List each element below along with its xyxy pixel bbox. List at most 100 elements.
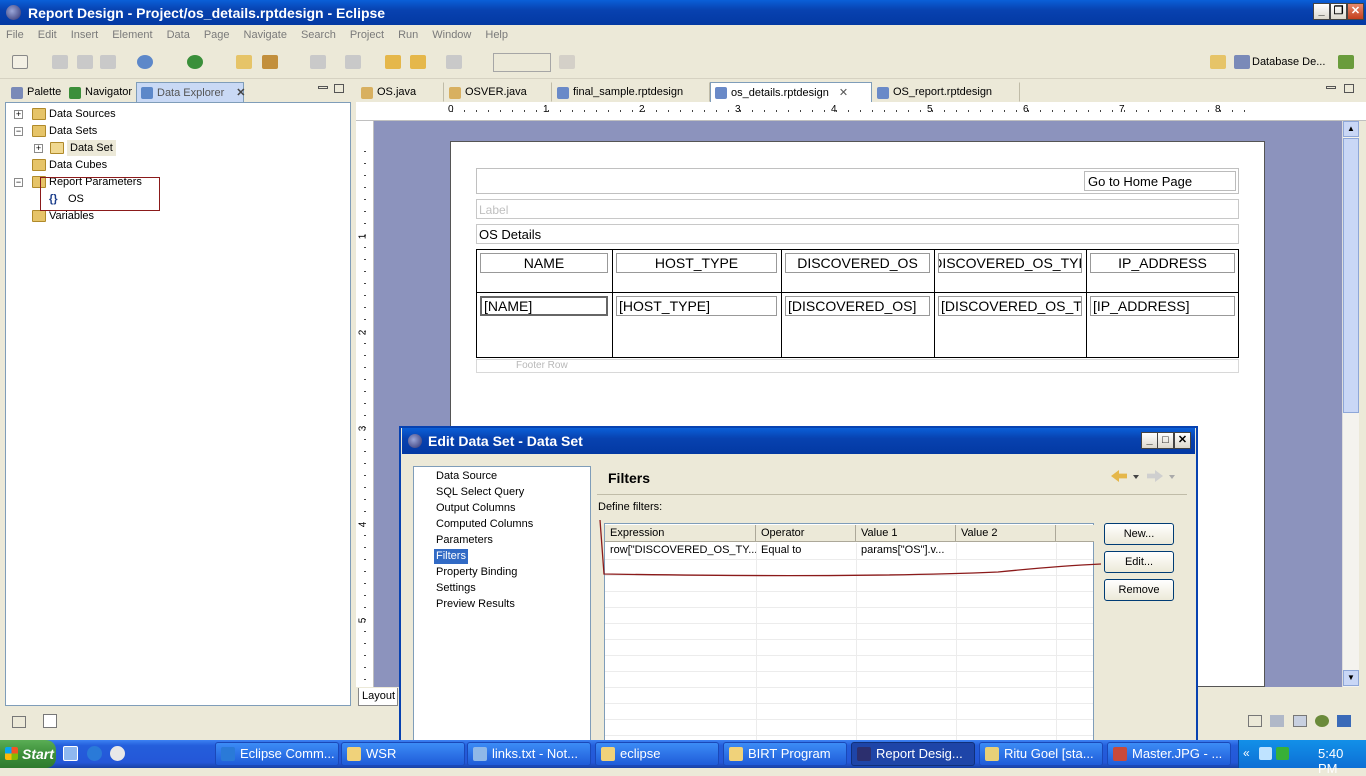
- taskbar-item[interactable]: Ritu Goel [sta...: [979, 742, 1103, 766]
- dialog-titlebar[interactable]: Edit Data Set - Data Set: [402, 428, 1195, 454]
- table-detail-cell[interactable]: [DISCOVERED_OS_TYF: [938, 296, 1082, 316]
- menu-run[interactable]: Run: [398, 29, 418, 41]
- last-edit-icon[interactable]: [385, 55, 401, 69]
- view-icon[interactable]: [1248, 715, 1262, 727]
- menu-navigate[interactable]: Navigate: [244, 29, 287, 41]
- collapse-toggle[interactable]: −: [14, 127, 23, 136]
- close-button[interactable]: ✕: [1347, 3, 1364, 20]
- back-icon[interactable]: [410, 55, 426, 69]
- scroll-down-icon[interactable]: ▼: [1343, 670, 1359, 686]
- dialog-nav-output-columns[interactable]: Output Columns: [434, 501, 517, 516]
- vertical-scrollbar[interactable]: ▲ ▼: [1342, 121, 1359, 687]
- dialog-nav-filters[interactable]: Filters: [434, 549, 468, 564]
- collapse-toggle[interactable]: −: [14, 178, 23, 187]
- table-detail-cell[interactable]: [DISCOVERED_OS]: [785, 296, 930, 316]
- tree-item-data-set[interactable]: Data Set: [67, 140, 116, 156]
- monitor-icon[interactable]: [1337, 715, 1351, 727]
- table-header-cell[interactable]: HOST_TYPE: [616, 253, 777, 273]
- show-desktop-icon[interactable]: [63, 746, 78, 761]
- wand-icon[interactable]: [262, 55, 278, 69]
- taskbar-item[interactable]: eclipse: [595, 742, 719, 766]
- remove-filter-button[interactable]: Remove: [1104, 579, 1174, 601]
- next-annotation-icon[interactable]: [310, 55, 326, 69]
- dialog-maximize-button[interactable]: □: [1157, 432, 1174, 449]
- maximize-editor-icon[interactable]: [1344, 84, 1354, 93]
- menu-insert[interactable]: Insert: [71, 29, 99, 41]
- editor-tab[interactable]: os_details.rptdesign ✕: [710, 82, 872, 102]
- pointer-icon[interactable]: [559, 55, 575, 69]
- back-menu-icon[interactable]: [1133, 475, 1139, 479]
- left-tab-navigator[interactable]: Navigator: [64, 82, 136, 102]
- report-title[interactable]: OS Details: [476, 224, 1239, 244]
- dialog-close-button[interactable]: ✕: [1174, 432, 1191, 449]
- window-titlebar[interactable]: Report Design - Project/os_details.rptde…: [0, 0, 1366, 25]
- table-detail-cell[interactable]: [HOST_TYPE]: [616, 296, 777, 316]
- minimize-editor-icon[interactable]: [1326, 86, 1336, 89]
- left-tab-data-explorer[interactable]: Data Explorer ✕: [136, 82, 245, 102]
- open-icon[interactable]: [236, 55, 252, 69]
- expand-toggle[interactable]: +: [34, 144, 43, 153]
- media-player-icon[interactable]: [110, 746, 125, 761]
- dialog-nav-settings[interactable]: Settings: [434, 581, 478, 596]
- taskbar-item[interactable]: links.txt - Not...: [467, 742, 591, 766]
- run-icon[interactable]: [187, 55, 203, 69]
- zoom-combo[interactable]: [493, 53, 551, 72]
- dialog-nav-data-source[interactable]: Data Source: [434, 469, 499, 484]
- close-tab-icon[interactable]: ✕: [839, 87, 848, 99]
- console-view-icon[interactable]: [43, 714, 57, 728]
- menu-element[interactable]: Element: [112, 29, 152, 41]
- taskbar-item[interactable]: Eclipse Comm...: [215, 742, 339, 766]
- table-header-cell[interactable]: NAME: [480, 253, 608, 273]
- new-icon[interactable]: [12, 55, 28, 69]
- monitor-tray-icon[interactable]: [1276, 747, 1289, 760]
- taskbar-item[interactable]: WSR: [341, 742, 465, 766]
- properties-icon[interactable]: [1293, 715, 1307, 727]
- taskbar-item[interactable]: Master.JPG - ...: [1107, 742, 1231, 766]
- bug-icon[interactable]: [1315, 715, 1329, 727]
- expand-toggle[interactable]: +: [14, 110, 23, 119]
- menu-data[interactable]: Data: [167, 29, 190, 41]
- menu-page[interactable]: Page: [204, 29, 230, 41]
- preview-icon[interactable]: [137, 55, 153, 69]
- menu-help[interactable]: Help: [485, 29, 508, 41]
- scroll-thumb[interactable]: [1343, 138, 1359, 413]
- close-tab-icon[interactable]: ✕: [236, 87, 245, 99]
- left-tab-palette[interactable]: Palette: [6, 82, 64, 102]
- edit-filter-button[interactable]: Edit...: [1104, 551, 1174, 573]
- maximize-view-icon[interactable]: [334, 84, 344, 93]
- new-filter-button[interactable]: New...: [1104, 523, 1174, 545]
- outline-icon[interactable]: [1270, 715, 1284, 727]
- table-header-cell[interactable]: DISCOVERED_OS: [785, 253, 930, 273]
- dialog-nav-computed-columns[interactable]: Computed Columns: [434, 517, 535, 532]
- perspective-label[interactable]: Database De...: [1252, 56, 1325, 68]
- open-perspective-icon[interactable]: [1210, 55, 1226, 69]
- tree-item-data-sets[interactable]: Data Sets: [49, 123, 97, 139]
- table-detail-cell[interactable]: [NAME]: [480, 296, 608, 316]
- scroll-up-icon[interactable]: ▲: [1343, 121, 1359, 137]
- taskbar-item[interactable]: Report Desig...: [851, 742, 975, 766]
- menu-window[interactable]: Window: [432, 29, 471, 41]
- dialog-nav-sql-select-query[interactable]: SQL Select Query: [434, 485, 526, 500]
- menu-file[interactable]: File: [6, 29, 24, 41]
- dialog-nav-property-binding[interactable]: Property Binding: [434, 565, 519, 580]
- restore-button[interactable]: ❐: [1330, 3, 1347, 20]
- table-header-cell[interactable]: DISCOVERED_OS_TYP: [938, 253, 1082, 273]
- editor-tab[interactable]: final_sample.rptdesign: [552, 82, 710, 102]
- minimize-button[interactable]: _: [1313, 3, 1330, 20]
- editor-tab[interactable]: OS.java: [356, 82, 444, 102]
- table-header-cell[interactable]: IP_ADDRESS: [1090, 253, 1235, 273]
- menu-edit[interactable]: Edit: [38, 29, 57, 41]
- menu-project[interactable]: Project: [350, 29, 384, 41]
- menu-search[interactable]: Search: [301, 29, 336, 41]
- tree-item-data-cubes[interactable]: Data Cubes: [49, 157, 107, 173]
- label-placeholder[interactable]: Label: [476, 199, 1239, 219]
- save-all-icon[interactable]: [77, 55, 93, 69]
- prev-annotation-icon[interactable]: [345, 55, 361, 69]
- fast-view-icon[interactable]: [12, 716, 26, 728]
- dialog-nav-parameters[interactable]: Parameters: [434, 533, 495, 548]
- start-button[interactable]: Start: [0, 740, 56, 768]
- taskbar-item[interactable]: BIRT Program: [723, 742, 847, 766]
- editor-tab[interactable]: OS_report.rptdesign: [872, 82, 1020, 102]
- tray-expand-icon[interactable]: «: [1243, 746, 1250, 760]
- forward-icon[interactable]: [446, 55, 462, 69]
